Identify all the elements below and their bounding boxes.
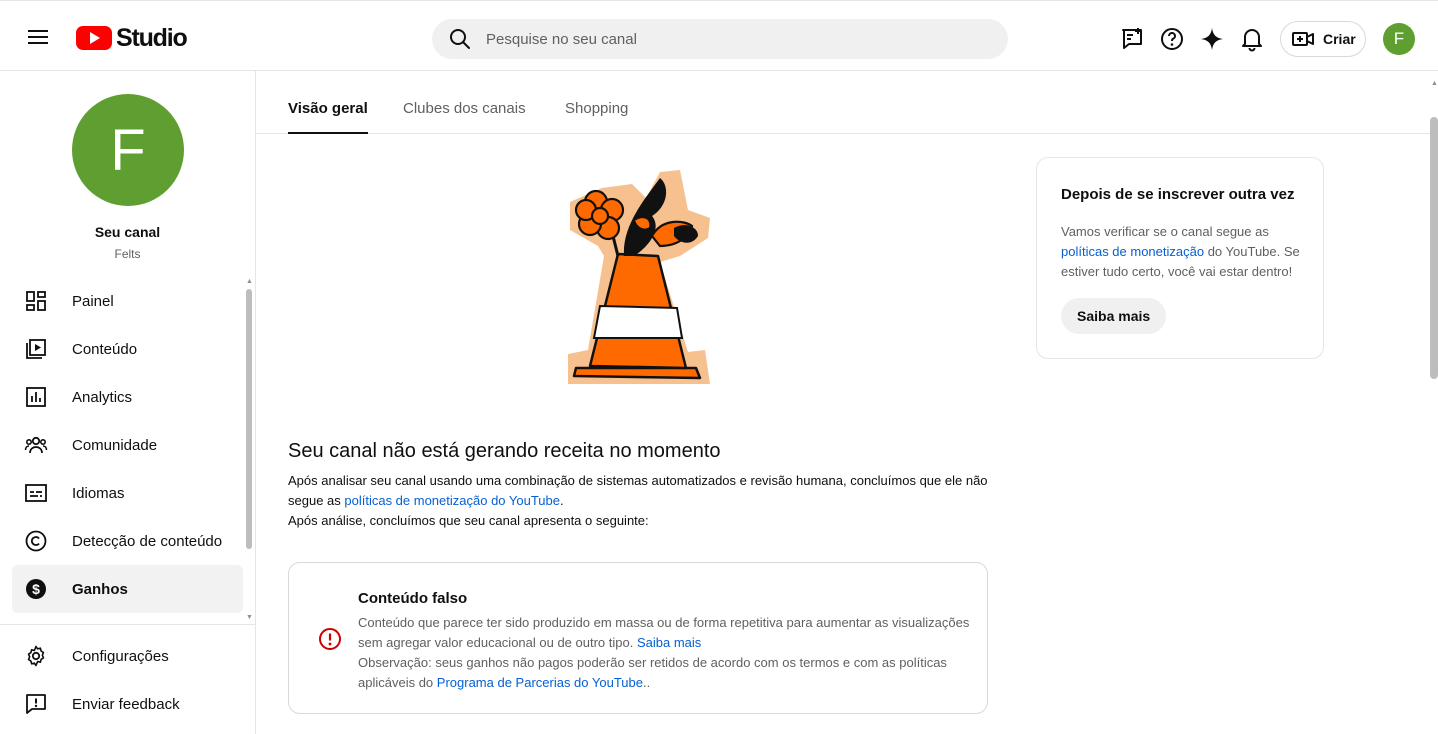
error-icon [319,628,341,650]
side-card-title: Depois de se inscrever outra vez [1061,186,1295,203]
studio-logo[interactable]: Studio [76,23,188,53]
create-label: Criar [1323,31,1356,47]
search-icon[interactable] [448,27,472,51]
sidebar: F Seu canal Felts Painel Conteúdo Analyt… [0,71,256,734]
learn-more-link[interactable]: Saiba mais [637,635,701,650]
issue-description: Conteúdo que parece ter sido produzido e… [358,613,973,693]
analytics-icon [26,387,46,407]
tab-visao-geral[interactable]: Visão geral [288,100,368,134]
account-avatar[interactable]: F [1383,23,1415,55]
sidebar-scroll-down[interactable]: ▼ [246,614,253,621]
svg-text:$: $ [32,581,40,597]
subtitles-icon [25,484,47,502]
community-icon [24,436,48,454]
feedback-icon [26,694,46,714]
sidebar-item-label: Ganhos [72,580,128,598]
sidebar-item-label: Configurações [72,647,169,665]
issue-note-end: .. [643,675,651,690]
sidebar-item-deteccao[interactable]: Detecção de conteúdo [12,517,243,565]
issue-title: Conteúdo falso [358,590,468,607]
search-bar[interactable] [432,19,1008,59]
status-findings-text: Após análise, concluímos que seu canal a… [288,513,649,528]
sidebar-divider [0,624,255,625]
status-description: Após analisar seu canal usando uma combi… [288,471,998,531]
video-add-icon [1292,32,1314,46]
main-scroll-up[interactable]: ▲ [1431,80,1438,87]
logo-text: Studio [116,23,188,52]
sidebar-scroll-up[interactable]: ▲ [246,278,253,285]
sidebar-item-label: Detecção de conteúdo [72,532,223,550]
status-text-end: . [560,493,564,508]
tab-bar: Visão geral Clubes dos canais Shopping [256,71,1430,134]
tab-clubes-dos-canais[interactable]: Clubes dos canais [403,100,526,134]
dollar-icon: $ [26,579,46,599]
main-scrollbar[interactable] [1430,117,1438,379]
monetization-policies-link[interactable]: políticas de monetização do YouTube [344,493,560,508]
help-icon[interactable] [1156,23,1188,55]
copyright-icon [25,530,47,552]
channel-avatar[interactable]: F [72,94,184,206]
sidebar-item-comunidade[interactable]: Comunidade [12,421,243,469]
sidebar-scrollbar[interactable] [246,289,252,549]
sidebar-item-label: Conteúdo [72,340,138,358]
issue-card: Conteúdo falso Conteúdo que parece ter s… [288,562,988,714]
sidebar-item-conteudo[interactable]: Conteúdo [12,325,243,373]
traffic-cone-illustration [568,170,710,384]
sidebar-item-configuracoes[interactable]: Configurações [12,632,243,680]
sidebar-item-painel[interactable]: Painel [12,277,243,325]
bell-icon[interactable] [1236,23,1268,55]
sidebar-item-label: Comunidade [72,436,158,454]
sidebar-item-analytics[interactable]: Analytics [12,373,243,421]
partner-program-link[interactable]: Programa de Parcerias do YouTube [437,675,643,690]
sidebar-item-feedback[interactable]: Enviar feedback [12,680,243,728]
comments-icon[interactable] [1116,23,1148,55]
top-icons [1116,23,1276,55]
gear-icon [27,645,45,667]
reapply-info-card: Depois de se inscrever outra vez Vamos v… [1036,157,1324,359]
monetization-status-headline: Seu canal não está gerando receita no mo… [288,440,721,462]
youtube-logo-icon [76,26,112,50]
top-bar: Studio Criar F [0,0,1438,71]
sidebar-item-idiomas[interactable]: Idiomas [12,469,243,517]
channel-title: Seu canal [94,224,161,240]
sidebar-item-label: Enviar feedback [72,695,180,713]
side-card-text: Vamos verificar se o canal segue as [1061,224,1269,239]
channel-handle: Felts [114,247,141,261]
sparkle-icon[interactable] [1196,23,1228,55]
tab-shopping[interactable]: Shopping [565,100,628,134]
sidebar-item-label: Idiomas [72,484,125,502]
sidebar-item-label: Painel [72,292,114,310]
side-card-policies-link[interactable]: políticas de monetização [1061,244,1204,259]
search-input[interactable] [486,30,966,48]
content-icon [26,339,46,359]
dashboard-icon [26,291,46,311]
create-button[interactable]: Criar [1280,21,1366,57]
sidebar-item-ganhos[interactable]: $ Ganhos [12,565,243,613]
learn-more-button[interactable]: Saiba mais [1061,298,1167,334]
sidebar-item-label: Analytics [72,388,133,406]
menu-icon[interactable] [22,23,54,51]
side-card-description: Vamos verificar se o canal segue as polí… [1061,222,1306,282]
